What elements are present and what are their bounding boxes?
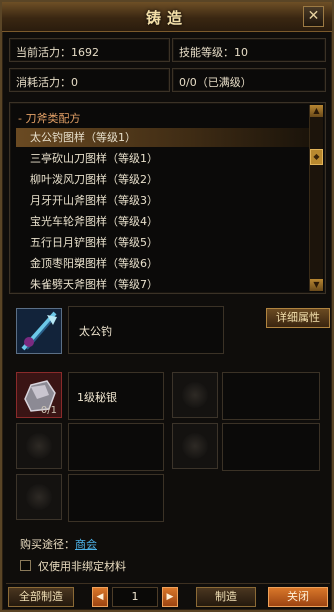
material-slot[interactable] — [172, 372, 218, 418]
quantity-input[interactable]: 1 — [112, 587, 158, 607]
product-name-box: 太公钓 — [68, 306, 224, 354]
recipe-item[interactable]: 金顶枣阳槊图样（等级6） — [30, 254, 290, 273]
skill-progress: 0/0（已满级） — [179, 76, 252, 89]
current-vitality: 当前活力：1692 — [16, 46, 99, 59]
scroll-thumb[interactable]: ◆ — [310, 149, 323, 165]
unbound-only-label: 仅使用非绑定材料 — [38, 560, 126, 573]
scroll-up-icon[interactable]: ▲ — [310, 105, 323, 117]
arrow-right-icon[interactable]: ▶ — [162, 587, 178, 607]
recipe-item[interactable]: 三亭砍山刀图样（等级1） — [30, 149, 290, 168]
scroll-down-icon[interactable]: ▼ — [310, 279, 323, 291]
material-name-box — [68, 474, 164, 522]
unbound-only-checkbox[interactable] — [20, 560, 31, 571]
purchase-line: 购买途径：商会 — [20, 536, 97, 552]
purchase-link[interactable]: 商会 — [75, 538, 97, 551]
material-slot[interactable] — [16, 474, 62, 520]
weapon-icon — [17, 309, 61, 353]
recipe-item[interactable]: 宝光车轮斧图样（等级4） — [30, 212, 290, 231]
purchase-label: 购买途径： — [20, 538, 75, 551]
recipe-list[interactable]: - 刀斧类配方 太公钓图样（等级1） 三亭砍山刀图样（等级1） 柳叶泼风刀图样（… — [9, 102, 326, 294]
material-name-box — [222, 423, 320, 471]
progress-box: 0/0（已满级） — [172, 68, 326, 92]
recipe-item[interactable]: 五行日月铲图样（等级5） — [30, 233, 290, 252]
product-slot[interactable] — [16, 308, 62, 354]
recipe-item[interactable]: 柳叶泼风刀图样（等级2） — [30, 170, 290, 189]
material-count: 0/1 — [40, 405, 57, 416]
product-name: 太公钓 — [79, 325, 112, 338]
crafting-window: 铸造 ✕ 当前活力：1692 技能等级：10 消耗活力：0 0/0（已满级） -… — [0, 0, 334, 612]
close-icon[interactable]: ✕ — [303, 6, 324, 27]
current-vitality-box: 当前活力：1692 — [9, 38, 170, 62]
skill-level-box: 技能等级：10 — [172, 38, 326, 62]
craft-all-button[interactable]: 全部制造 — [8, 587, 74, 607]
material-name-box — [222, 372, 320, 420]
close-button[interactable]: 关闭 — [268, 587, 328, 607]
consume-vitality: 消耗活力：0 — [16, 76, 78, 89]
recipe-item[interactable]: 朱雀劈天斧图样（等级7） — [30, 275, 290, 291]
arrow-left-icon[interactable]: ◀ — [92, 587, 108, 607]
consume-vitality-box: 消耗活力：0 — [9, 68, 170, 92]
craft-button[interactable]: 制造 — [196, 587, 256, 607]
material-name-box: 1级秘银 — [68, 372, 164, 420]
material-slot[interactable] — [16, 423, 62, 469]
title-bar[interactable]: 铸造 ✕ — [2, 2, 332, 32]
material-name-box — [68, 423, 164, 471]
recipe-item[interactable]: 月牙开山斧图样（等级3） — [30, 191, 290, 210]
window-title: 铸造 — [145, 9, 188, 27]
material-slot[interactable]: 0/1 — [16, 372, 62, 418]
footer-divider — [6, 583, 330, 584]
detail-attributes-button[interactable]: 详细属性 — [266, 308, 330, 328]
recipe-category[interactable]: - 刀斧类配方 — [18, 110, 80, 126]
recipe-item[interactable]: 太公钓图样（等级1） — [16, 128, 311, 147]
recipe-scrollbar[interactable]: ▲ ◆ ▼ — [309, 105, 323, 291]
material-name: 1级秘银 — [77, 391, 117, 404]
skill-level: 技能等级：10 — [179, 46, 248, 59]
material-slot[interactable] — [172, 423, 218, 469]
